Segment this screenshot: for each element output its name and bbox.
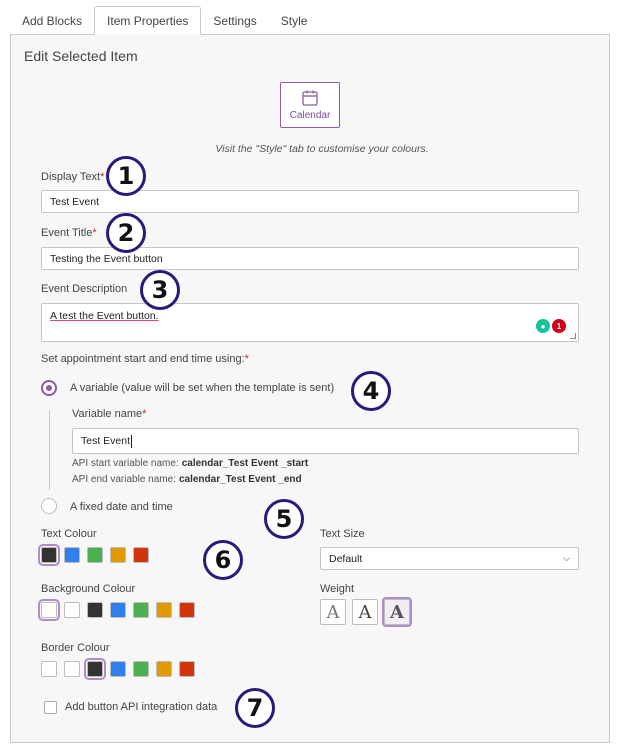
callout-badge-7: 7: [235, 688, 275, 728]
background-colour-white-swatch[interactable]: [64, 602, 80, 618]
variable-option-radio[interactable]: [41, 380, 57, 396]
weight-light-button[interactable]: A: [320, 599, 346, 625]
panel-title: Edit Selected Item: [24, 48, 138, 64]
api-end-variable: API end variable name: calendar_Test Even…: [72, 474, 302, 485]
weight-bold-button[interactable]: A: [382, 597, 412, 627]
background-colour-red-swatch[interactable]: [179, 602, 195, 618]
variable-name-label: Variable name*: [72, 408, 147, 420]
weight-regular-button[interactable]: A: [352, 599, 378, 625]
lightbulb-icon: ●: [536, 319, 550, 333]
resize-handle[interactable]: [570, 333, 576, 339]
background-colour-green-swatch[interactable]: [133, 602, 149, 618]
callout-badge-2: 2: [106, 213, 146, 253]
event-title-label: Event Title*: [41, 227, 97, 239]
chevron-down-icon: ⌵: [563, 553, 570, 563]
text-colour-orange-swatch[interactable]: [110, 547, 126, 563]
border-colour-blue-swatch[interactable]: [110, 661, 126, 677]
border-colour-swatches: [41, 658, 195, 680]
api-start-variable: API start variable name: calendar_Test Ev…: [72, 458, 309, 469]
fixed-date-option-label: A fixed date and time: [70, 501, 173, 513]
calendar-preview-button[interactable]: Calendar: [280, 82, 340, 128]
calendar-button-label: Calendar: [289, 110, 331, 121]
background-colour-label: Background Colour: [41, 583, 136, 595]
text-colour-swatches: [38, 544, 149, 566]
callout-badge-4: 4: [351, 371, 391, 411]
border-colour-label: Border Colour: [41, 642, 110, 654]
text-colour-blue-swatch[interactable]: [64, 547, 80, 563]
required-mark: *: [244, 353, 249, 365]
text-colour-green-swatch[interactable]: [87, 547, 103, 563]
border-colour-black-swatch[interactable]: [84, 658, 106, 680]
event-description-text: A test the Event button.: [50, 310, 159, 322]
border-colour-red-swatch[interactable]: [179, 661, 195, 677]
grammar-issue-count: 1: [552, 319, 566, 333]
text-colour-label: Text Colour: [41, 528, 97, 540]
tab-style[interactable]: Style: [269, 6, 320, 35]
option-divider-line: [49, 410, 50, 490]
required-mark: *: [142, 408, 147, 420]
event-description-label: Event Description: [41, 283, 128, 295]
variable-option-label: A variable (value will be set when the t…: [70, 382, 335, 394]
required-mark: *: [100, 171, 105, 183]
border-colour-transparent-swatch[interactable]: [41, 661, 57, 677]
api-integration-label: Add button API integration data: [65, 701, 218, 713]
background-colour-blue-swatch[interactable]: [110, 602, 126, 618]
text-colour-red-swatch[interactable]: [133, 547, 149, 563]
weight-label: Weight: [320, 583, 355, 595]
grammar-widget[interactable]: ● 1: [536, 319, 566, 333]
fixed-date-option-radio[interactable]: [41, 498, 57, 514]
border-colour-white-swatch[interactable]: [64, 661, 80, 677]
background-colour-transparent-swatch[interactable]: [38, 599, 60, 621]
required-mark: *: [92, 227, 97, 239]
api-integration-checkbox[interactable]: [44, 701, 57, 714]
style-hint: Visit the "Style" tab to customise your …: [215, 143, 429, 155]
border-colour-orange-swatch[interactable]: [156, 661, 172, 677]
callout-badge-3: 3: [140, 270, 180, 310]
text-cursor: [131, 434, 133, 448]
calendar-icon: [302, 90, 318, 106]
border-colour-green-swatch[interactable]: [133, 661, 149, 677]
tab-settings[interactable]: Settings: [201, 6, 268, 35]
tab-item-properties[interactable]: Item Properties: [94, 6, 202, 35]
text-size-label: Text Size: [320, 528, 365, 540]
event-description-textarea[interactable]: A test the Event button. ● 1: [41, 303, 579, 342]
callout-badge-6: 6: [203, 540, 243, 580]
background-colour-orange-swatch[interactable]: [156, 602, 172, 618]
tab-add-blocks[interactable]: Add Blocks: [10, 6, 94, 35]
text-colour-black-swatch[interactable]: [38, 544, 60, 566]
callout-badge-5: 5: [264, 499, 304, 539]
tab-bar: Add Blocks Item Properties Settings Styl…: [10, 6, 319, 35]
text-size-select[interactable]: Default ⌵: [320, 547, 579, 570]
weight-options: A A A: [320, 597, 412, 627]
callout-badge-1: 1: [106, 156, 146, 196]
display-text-label: Display Text*: [41, 171, 105, 183]
background-colour-swatches: [38, 599, 195, 621]
variable-name-input[interactable]: Test Event: [72, 428, 579, 454]
background-colour-black-swatch[interactable]: [87, 602, 103, 618]
appointment-label: Set appointment start and end time using…: [41, 353, 249, 365]
